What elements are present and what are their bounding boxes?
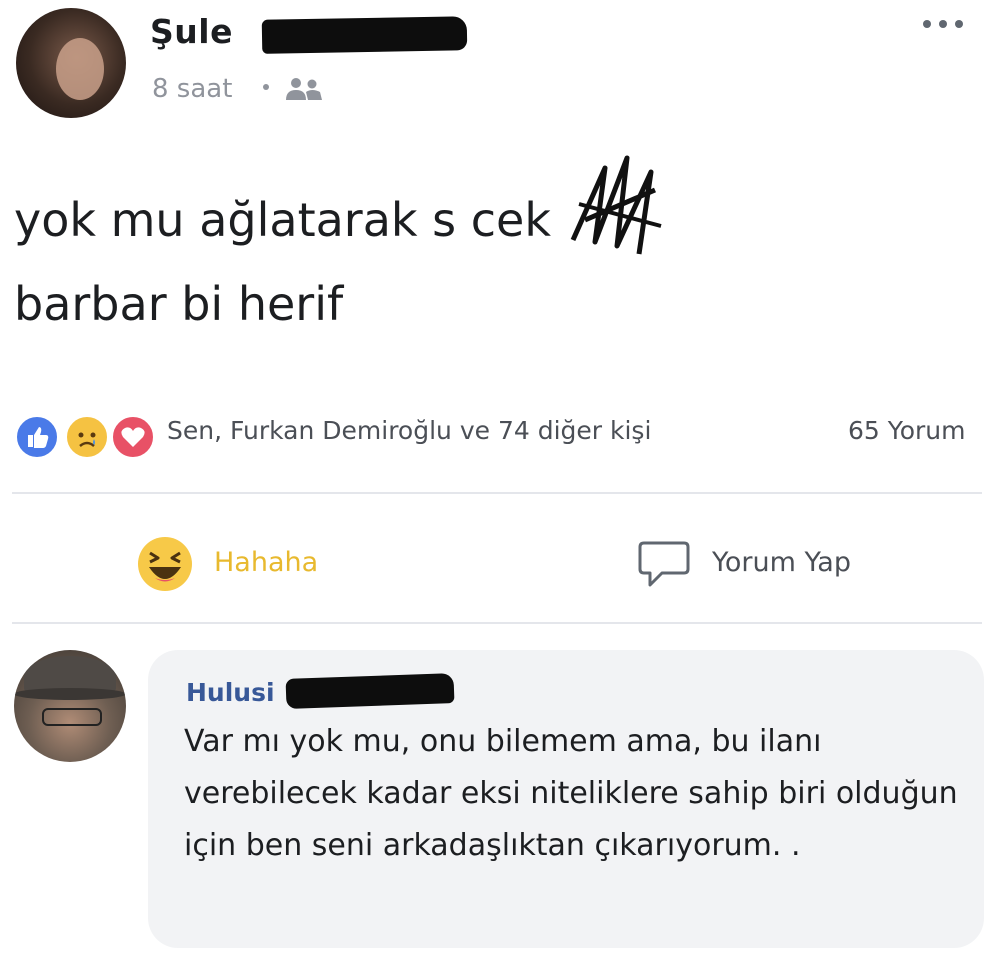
- author-name[interactable]: Şule: [150, 12, 233, 51]
- haha-icon: [138, 537, 192, 591]
- post-header: Şule 8 saat: [0, 0, 989, 130]
- author-avatar[interactable]: [16, 8, 126, 118]
- divider: [12, 622, 982, 624]
- reaction-names[interactable]: Sen, Furkan Demiroğlu ve 74 diğer kişi: [167, 416, 651, 445]
- avatar-hat-brim: [14, 688, 126, 700]
- post-time[interactable]: 8 saat: [152, 74, 232, 104]
- comment-label: Yorum Yap: [712, 547, 851, 578]
- more-horizontal-icon[interactable]: [920, 14, 966, 34]
- action-bar: Hahaha Yorum Yap: [0, 500, 989, 618]
- comment-count[interactable]: 65 Yorum: [848, 416, 965, 445]
- sad-icon: [64, 414, 110, 460]
- comment-text: Var mı yok mu, onu bilemem ama, bu ilanı…: [184, 724, 958, 863]
- comment-section: Hulusi Var mı yok mu, onu bilemem ama, b…: [0, 640, 989, 960]
- separator-dot: [263, 84, 269, 90]
- haha-label: Hahaha: [214, 547, 319, 578]
- divider: [12, 492, 982, 494]
- redaction-mark: [285, 673, 455, 709]
- friends-icon[interactable]: [282, 76, 326, 102]
- reactions-summary[interactable]: Sen, Furkan Demiroğlu ve 74 diğer kişi 6…: [12, 410, 982, 460]
- comment-button[interactable]: Yorum Yap: [636, 535, 906, 595]
- post-text: yok mu ağlatarak s cek barbar bi herif: [14, 178, 914, 346]
- like-icon: [14, 414, 60, 460]
- commenter-name[interactable]: Hulusi: [186, 678, 275, 707]
- comment-bubble: Hulusi Var mı yok mu, onu bilemem ama, b…: [148, 650, 984, 948]
- comment-bubble-icon: [638, 541, 690, 587]
- commenter-avatar[interactable]: [14, 650, 126, 762]
- love-icon: [110, 414, 156, 460]
- post-text-line-2: barbar bi herif: [14, 277, 344, 331]
- avatar-glasses: [42, 708, 102, 726]
- redaction-mark: [261, 16, 468, 54]
- scribble-censor-mark: [570, 155, 662, 255]
- avatar-face: [56, 38, 104, 100]
- haha-reaction-button[interactable]: Hahaha: [136, 535, 396, 595]
- post-text-line-1: yok mu ağlatarak s cek: [14, 193, 551, 247]
